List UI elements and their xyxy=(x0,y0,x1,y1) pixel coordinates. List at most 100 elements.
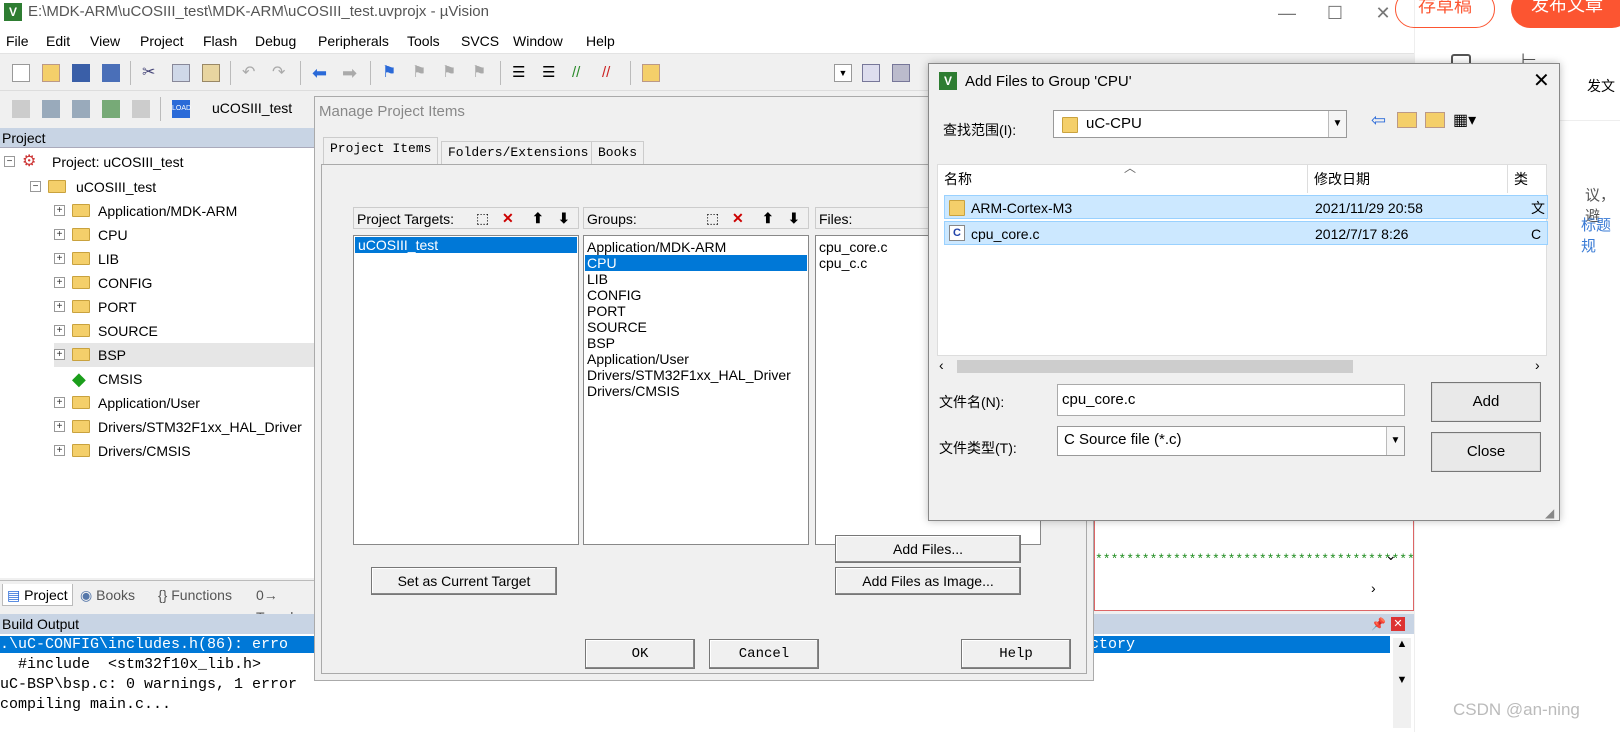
move-up-icon[interactable]: ⬆ xyxy=(532,207,544,229)
menu-svcs[interactable]: SVCS xyxy=(461,33,499,49)
menu-view[interactable]: View xyxy=(90,33,120,49)
target-select[interactable]: uCOSIII_test xyxy=(212,100,292,116)
publish-button[interactable]: 发布文章 xyxy=(1511,0,1620,28)
add-files-as-image-button[interactable]: Add Files as Image... xyxy=(835,567,1021,595)
menu-file[interactable]: File xyxy=(6,33,29,49)
cut-icon[interactable]: ✂ xyxy=(142,64,160,82)
minimize-button[interactable]: — xyxy=(1264,0,1310,28)
list-item[interactable]: SOURCE xyxy=(587,319,647,335)
download-load-icon[interactable]: LOAD xyxy=(172,100,191,118)
paste-icon[interactable] xyxy=(202,64,220,82)
tab-project[interactable]: ▤ Project xyxy=(2,584,73,606)
tab-templates[interactable]: 0→ Templ xyxy=(256,584,314,625)
stop-build-icon[interactable] xyxy=(132,100,150,118)
cancel-button[interactable]: Cancel xyxy=(709,639,819,669)
file-row[interactable]: ARM-Cortex-M3 2021/11/29 20:58 文 xyxy=(944,195,1548,219)
list-item[interactable]: cpu_c.c xyxy=(819,255,867,271)
menu-window[interactable]: Window xyxy=(513,33,563,49)
close-button[interactable]: Close xyxy=(1431,432,1541,472)
tab-project-items[interactable]: Project Items xyxy=(323,137,439,165)
delete-icon[interactable]: ✕ xyxy=(732,207,744,229)
find-in-files-icon[interactable] xyxy=(642,64,660,82)
back-icon[interactable]: ⇦ xyxy=(1371,110,1386,131)
move-down-icon[interactable]: ⬇ xyxy=(558,207,570,229)
targets-list[interactable]: uCOSIII_test xyxy=(353,235,579,545)
expand-icon[interactable]: + xyxy=(54,277,65,288)
tab-functions[interactable]: {} Functions xyxy=(158,584,232,606)
pin-icon[interactable]: 📌 xyxy=(1371,614,1386,634)
collapse-icon[interactable]: − xyxy=(4,156,15,167)
expand-icon[interactable]: + xyxy=(54,229,65,240)
list-item[interactable]: CONFIG xyxy=(587,287,641,303)
up-folder-icon[interactable] xyxy=(1397,112,1417,128)
bookmark-clear-icon[interactable]: ⚑ xyxy=(472,64,490,82)
expand-icon[interactable]: + xyxy=(54,421,65,432)
new-item-icon[interactable]: ⬚ xyxy=(476,207,489,229)
collapse-icon[interactable]: − xyxy=(30,181,41,192)
menu-debug[interactable]: Debug xyxy=(255,33,296,49)
expand-icon[interactable]: + xyxy=(54,445,65,456)
column-header-type[interactable]: 类 xyxy=(1508,165,1548,193)
bookmark-prev-icon[interactable]: ⚑ xyxy=(412,64,430,82)
menu-flash[interactable]: Flash xyxy=(203,33,237,49)
nav-forward-icon[interactable]: ➡ xyxy=(342,64,360,82)
menu-help[interactable]: Help xyxy=(586,33,615,49)
list-item[interactable]: CPU xyxy=(585,255,807,271)
add-files-button[interactable]: Add Files... xyxy=(835,535,1021,563)
new-item-icon[interactable]: ⬚ xyxy=(706,207,719,229)
save-all-icon[interactable] xyxy=(102,64,120,82)
file-list-hscrollbar[interactable]: ‹ › xyxy=(937,356,1547,376)
add-button[interactable]: Add xyxy=(1431,382,1541,422)
column-header-name[interactable]: 名称 xyxy=(938,165,1308,193)
column-header-date[interactable]: 修改日期 xyxy=(1308,165,1508,193)
nav-back-icon[interactable]: ⬅ xyxy=(312,64,330,82)
options-icon[interactable] xyxy=(892,64,910,82)
menu-peripherals[interactable]: Peripherals xyxy=(318,33,389,49)
save-draft-button[interactable]: 存草稿 xyxy=(1395,0,1495,28)
editor-scroll-down-icon[interactable]: ⌄ xyxy=(1385,547,1397,564)
filename-input[interactable]: cpu_core.c xyxy=(1057,384,1405,416)
menu-project[interactable]: Project xyxy=(140,33,184,49)
new-folder-icon[interactable] xyxy=(1425,112,1445,128)
tree-group-bsp[interactable]: + BSP xyxy=(54,343,314,367)
list-item[interactable]: PORT xyxy=(587,303,626,319)
indent-icon[interactable]: ☰ xyxy=(512,64,530,82)
scroll-thumb[interactable] xyxy=(957,360,1353,373)
set-current-target-button[interactable]: Set as Current Target xyxy=(371,567,557,595)
look-in-select[interactable]: uC-CPU ▼ xyxy=(1053,110,1347,138)
menu-edit[interactable]: Edit xyxy=(46,33,70,49)
expand-icon[interactable]: + xyxy=(54,205,65,216)
open-folder-icon[interactable] xyxy=(42,64,60,82)
copy-icon[interactable] xyxy=(172,64,190,82)
tab-books[interactable]: Books xyxy=(591,141,645,165)
list-item[interactable]: Drivers/STM32F1xx_HAL_Driver xyxy=(587,367,791,383)
search-icon[interactable] xyxy=(862,64,880,82)
output-vscrollbar[interactable]: ▲ ▼ xyxy=(1393,638,1411,728)
expand-icon[interactable]: + xyxy=(54,253,65,264)
list-item[interactable]: Application/MDK-ARM xyxy=(587,239,726,255)
help-button[interactable]: Help xyxy=(961,639,1071,669)
publish-side-label[interactable]: 发文 xyxy=(1587,76,1615,96)
scroll-left-icon[interactable]: ‹ xyxy=(939,357,944,373)
side-text-2[interactable]: 标题规 xyxy=(1581,214,1620,256)
expand-icon[interactable]: + xyxy=(54,397,65,408)
groups-list[interactable]: Application/MDK-ARM CPU LIB CONFIG PORT … xyxy=(583,235,809,545)
scroll-right-icon[interactable]: › xyxy=(1535,357,1540,373)
move-up-icon[interactable]: ⬆ xyxy=(762,207,774,229)
translate-icon[interactable] xyxy=(12,100,30,118)
list-item[interactable]: LIB xyxy=(587,271,608,287)
ok-button[interactable]: OK xyxy=(585,639,695,669)
menu-tools[interactable]: Tools xyxy=(407,33,440,49)
chevron-down-icon[interactable]: ▼ xyxy=(1386,427,1404,455)
list-item[interactable]: Drivers/CMSIS xyxy=(587,383,680,399)
resize-grip-icon[interactable]: ◢ xyxy=(1545,506,1554,520)
list-item[interactable]: uCOSIII_test xyxy=(355,237,577,253)
close-dialog-icon[interactable]: ✕ xyxy=(1533,68,1550,93)
delete-icon[interactable]: ✕ xyxy=(502,207,514,229)
file-row[interactable]: C cpu_core.c 2012/7/17 8:26 C xyxy=(944,221,1548,245)
list-item[interactable]: cpu_core.c xyxy=(819,239,887,255)
filetype-select[interactable]: C Source file (*.c) ▼ xyxy=(1057,426,1405,456)
redo-icon[interactable]: ↷ xyxy=(272,64,290,82)
unindent-icon[interactable]: ☰ xyxy=(542,64,560,82)
new-file-icon[interactable] xyxy=(12,64,30,82)
